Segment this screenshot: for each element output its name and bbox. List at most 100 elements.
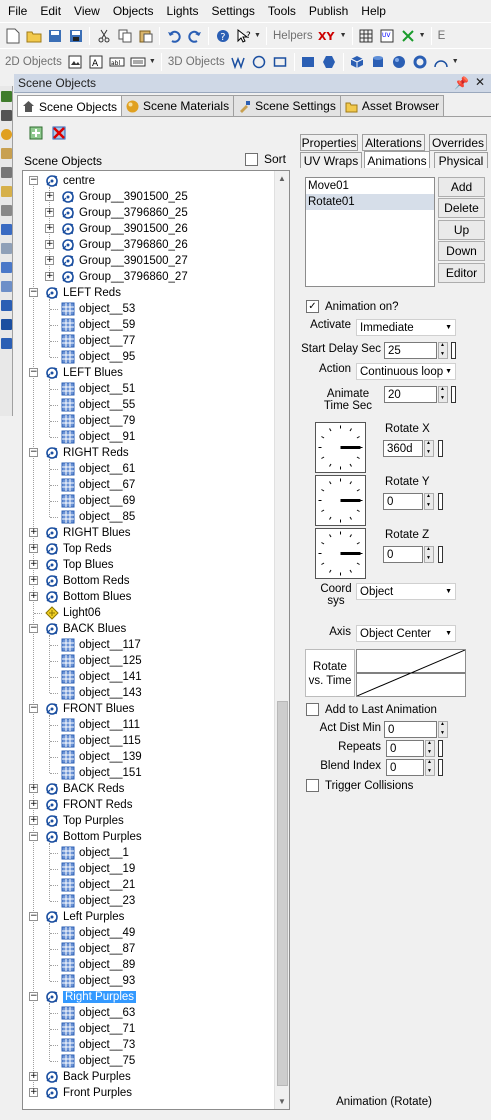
tree-group-row[interactable]: Bottom Purples [45, 829, 142, 845]
arrow-right-icon[interactable] [1, 300, 12, 311]
expand-icon[interactable]: + [29, 544, 38, 553]
trigger-collisions-checkbox[interactable] [306, 779, 319, 792]
tree-object-row[interactable]: object__95 [61, 349, 135, 365]
tree-object-row[interactable]: object__67 [61, 477, 135, 493]
plane-icon[interactable] [300, 53, 317, 70]
expand-icon[interactable]: + [29, 1088, 38, 1097]
hexagon-icon[interactable] [321, 53, 338, 70]
tree-object-row[interactable]: object__21 [61, 877, 135, 893]
tree-object-row[interactable]: Group__3796860_27 [61, 269, 188, 285]
animate-time-stepper[interactable] [438, 386, 448, 403]
tab-scene-objects[interactable]: Scene Objects [17, 95, 123, 117]
tree-object-row[interactable]: object__23 [61, 893, 135, 909]
tree-object-row[interactable]: object__91 [61, 429, 135, 445]
sphere-icon[interactable] [391, 53, 408, 70]
chevron-down-icon[interactable]: ▼ [254, 32, 263, 39]
tree-object-row[interactable]: object__71 [61, 1021, 135, 1037]
tree-group-row[interactable]: Top Purples [45, 813, 124, 829]
grid-icon[interactable] [358, 27, 375, 44]
tab-scene-materials[interactable]: Scene Materials [121, 95, 235, 116]
tree-object-row[interactable]: Group__3901500_27 [61, 253, 188, 269]
add-to-last-checkbox[interactable] [306, 703, 319, 716]
animation-on-row[interactable]: ✓ Animation on? [306, 300, 399, 313]
act-dist-min-stepper[interactable] [438, 721, 448, 738]
save-icon[interactable] [46, 27, 63, 44]
grid-tool-icon[interactable] [1, 167, 12, 178]
circle-tool-icon[interactable] [251, 53, 268, 70]
cube-icon[interactable] [349, 53, 366, 70]
animate-time-input[interactable]: 20 [384, 386, 437, 403]
undo-icon[interactable] [165, 27, 182, 44]
help-icon[interactable]: ? [214, 27, 231, 44]
chevron-down-icon[interactable]: ▼ [452, 58, 461, 65]
rotate-x-slider[interactable] [438, 440, 443, 457]
layout-icon[interactable] [1, 262, 12, 273]
start-delay-stepper[interactable] [438, 342, 448, 359]
axis-select[interactable]: Object Center ▼ [356, 625, 456, 642]
sliders-icon[interactable] [1, 205, 12, 216]
menu-item-file[interactable]: File [3, 4, 32, 18]
tree-object-row[interactable]: object__111 [61, 717, 140, 733]
expand-icon[interactable]: + [29, 784, 38, 793]
tree-object-row[interactable]: object__117 [61, 637, 141, 653]
delete-object-icon[interactable] [50, 124, 68, 142]
tree-group-row[interactable]: Right Purples [45, 989, 137, 1005]
collapse-icon[interactable]: − [29, 992, 38, 1001]
repeats-stepper[interactable] [425, 740, 435, 757]
square-icon[interactable] [1, 338, 12, 349]
editor-button[interactable]: Editor [438, 263, 485, 283]
tree-group-row[interactable]: RIGHT Blues [45, 525, 131, 541]
expand-icon[interactable]: + [29, 576, 38, 585]
rotate-x-dial[interactable] [315, 422, 366, 473]
tree-object-row[interactable]: object__115 [61, 733, 141, 749]
tab-properties[interactable]: Properties [300, 134, 358, 151]
tab-physical[interactable]: Physical [434, 152, 488, 169]
close-icon[interactable]: ✕ [475, 75, 485, 89]
tree-object-row[interactable]: Group__3796860_26 [61, 237, 188, 253]
tree-object-row[interactable]: object__63 [61, 1005, 135, 1021]
collapse-icon[interactable]: − [29, 288, 38, 297]
tree-object-row[interactable]: object__79 [61, 413, 135, 429]
trigger-collisions-row[interactable]: Trigger Collisions [306, 779, 413, 792]
tree-group-row[interactable]: FRONT Blues [45, 701, 134, 717]
tree-object-row[interactable]: object__93 [61, 973, 135, 989]
rotate-z-stepper[interactable] [424, 546, 434, 563]
material-icon[interactable] [1, 129, 12, 140]
scrollbar-thumb[interactable] [277, 701, 288, 1086]
expand-icon[interactable]: + [45, 256, 54, 265]
up-button[interactable]: Up [438, 220, 485, 240]
tree-object-row[interactable]: object__151 [61, 765, 142, 781]
expand-icon[interactable]: + [45, 272, 54, 281]
copy-icon[interactable] [116, 27, 133, 44]
tree-group-row[interactable]: Back Purples [45, 1069, 131, 1085]
add-to-last-row[interactable]: Add to Last Animation [306, 703, 437, 716]
tree-object-row[interactable]: object__141 [61, 669, 142, 685]
tree-group-row[interactable]: Front Purples [45, 1085, 132, 1101]
tree-group-row[interactable]: Left Purples [45, 909, 124, 925]
expand-icon[interactable]: + [45, 240, 54, 249]
paste-icon[interactable] [137, 27, 154, 44]
menu-item-tools[interactable]: Tools [263, 4, 301, 18]
settings-icon[interactable] [1, 148, 12, 159]
new-file-icon[interactable] [4, 27, 21, 44]
rotate-x-stepper[interactable] [424, 440, 434, 457]
redo-icon[interactable] [186, 27, 203, 44]
act-dist-min-input[interactable]: 0 [384, 721, 437, 738]
tree-object-row[interactable]: object__61 [61, 461, 135, 477]
edit-icon[interactable] [1, 243, 12, 254]
cylinder-icon[interactable] [370, 53, 387, 70]
tree-object-row[interactable]: object__49 [61, 925, 135, 941]
animation-list-item[interactable]: Rotate01 [306, 194, 434, 210]
expand-icon[interactable]: + [45, 208, 54, 217]
rotate-y-slider[interactable] [438, 493, 443, 510]
tree-object-row[interactable]: object__51 [61, 381, 135, 397]
tree-group-row[interactable]: LEFT Blues [45, 365, 123, 381]
tree-object-row[interactable]: object__73 [61, 1037, 135, 1053]
tab-alterations[interactable]: Alterations [362, 134, 425, 151]
chevron-down-icon[interactable]: ▼ [340, 32, 349, 39]
expand-icon[interactable]: + [29, 592, 38, 601]
page-icon[interactable] [1, 281, 12, 292]
tree-object-row[interactable]: object__143 [61, 685, 142, 701]
expand-icon[interactable]: + [29, 1072, 38, 1081]
tree-group-row[interactable]: Top Blues [45, 557, 114, 573]
